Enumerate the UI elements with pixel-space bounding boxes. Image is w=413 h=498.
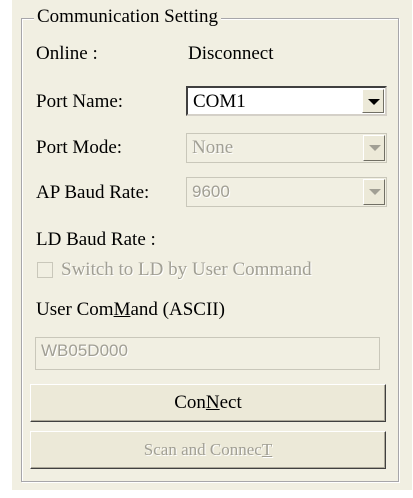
ld-baud-rate-label: LD Baud Rate : (36, 229, 156, 250)
online-status: Disconnect (188, 43, 274, 64)
user-command-label-accel: M (113, 299, 131, 320)
user-command-input[interactable]: WB05D000 (35, 337, 380, 370)
port-mode-label: Port Mode: (36, 137, 123, 158)
switch-ld-label: Switch to LD by User Command (61, 259, 312, 280)
ap-baud-rate-dropdown-button[interactable] (363, 179, 385, 205)
ap-baud-rate-label: AP Baud Rate: (36, 182, 150, 203)
online-label: Online : (36, 43, 98, 64)
ap-baud-rate-value: 9600 (192, 182, 230, 201)
connect-label-accel: N (205, 392, 220, 413)
port-name-dropdown-button[interactable] (362, 89, 384, 113)
port-mode-select[interactable]: None (186, 133, 387, 163)
switch-ld-checkbox[interactable] (37, 262, 53, 278)
user-command-label: User ComMand (ASCII) (36, 298, 225, 322)
chevron-down-icon (368, 99, 380, 105)
port-name-value: COM1 (193, 91, 246, 112)
group-title: Communication Setting (34, 5, 222, 29)
port-name-select[interactable]: COM1 (186, 86, 387, 116)
port-mode-value: None (192, 137, 234, 158)
connect-button[interactable]: ConNect (30, 384, 386, 422)
chevron-down-icon (369, 145, 381, 151)
connect-label-part: Con (174, 392, 206, 413)
connect-label-part2: ect (219, 392, 242, 413)
user-command-label-part2: and (ASCII) (130, 299, 225, 320)
user-command-value: WB05D000 (41, 341, 128, 360)
ap-baud-rate-select[interactable]: 9600 (186, 177, 387, 207)
chevron-down-icon (369, 189, 381, 195)
scan-and-connect-button[interactable]: Scan and ConnecT (30, 431, 386, 469)
scan-label-accel: T (261, 440, 273, 459)
scan-label-part: Scan and Connec (143, 440, 262, 459)
port-mode-dropdown-button[interactable] (363, 135, 385, 161)
user-command-label-part: User Com (36, 299, 114, 320)
port-name-label: Port Name: (36, 91, 124, 112)
